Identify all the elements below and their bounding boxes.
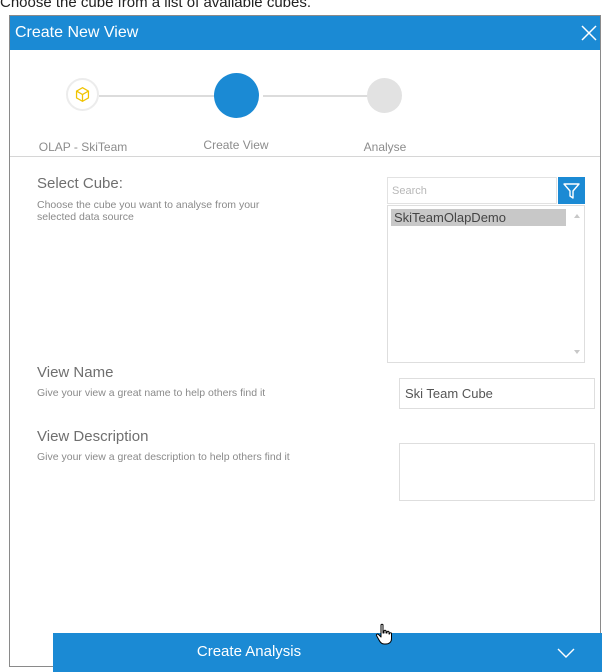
filter-button[interactable] bbox=[558, 177, 585, 204]
list-item[interactable]: SkiTeamOlapDemo bbox=[391, 209, 566, 226]
create-view-dialog: Create New View OLAP - SkiTeam Create Vi… bbox=[9, 15, 602, 672]
view-description-title: View Description bbox=[37, 428, 149, 445]
select-cube-title: Select Cube: bbox=[37, 175, 123, 192]
page-caption: Choose the cube from a list of available… bbox=[0, 0, 312, 11]
step-connector bbox=[99, 95, 220, 97]
view-name-title: View Name bbox=[37, 364, 114, 381]
view-name-input[interactable] bbox=[400, 379, 596, 408]
step-1-label: OLAP - SkiTeam bbox=[38, 140, 128, 154]
cube-search-input[interactable] bbox=[388, 178, 556, 203]
chevron-down-icon[interactable] bbox=[556, 643, 576, 663]
cube-search-box[interactable] bbox=[387, 177, 557, 204]
scroll-down-icon[interactable] bbox=[574, 350, 580, 354]
dialog-titlebar: Create New View bbox=[10, 16, 600, 50]
hand-cursor-icon bbox=[375, 623, 392, 645]
view-description-field[interactable] bbox=[399, 443, 596, 502]
step-2-label: Create View bbox=[203, 138, 269, 152]
cube-icon bbox=[75, 86, 90, 103]
view-description-description: Give your view a great description to he… bbox=[37, 451, 290, 463]
step-3-label: Analyse bbox=[363, 140, 407, 154]
view-name-field[interactable] bbox=[399, 378, 596, 409]
view-name-description: Give your view a great name to help othe… bbox=[37, 387, 266, 399]
cube-listbox[interactable]: SkiTeamOlapDemo bbox=[387, 205, 585, 363]
scroll-up-icon[interactable] bbox=[574, 214, 580, 218]
close-icon[interactable] bbox=[578, 22, 600, 44]
select-cube-description: Choose the cube you want to analyse from… bbox=[37, 199, 260, 223]
section-divider bbox=[10, 156, 600, 157]
create-analysis-button[interactable]: Create Analysis bbox=[53, 633, 602, 672]
step-1-circle[interactable] bbox=[66, 78, 99, 111]
step-3-circle[interactable] bbox=[367, 78, 402, 113]
view-description-input[interactable] bbox=[400, 444, 596, 502]
step-progress: OLAP - SkiTeam Create View Analyse bbox=[10, 50, 600, 156]
create-analysis-label: Create Analysis bbox=[196, 643, 302, 660]
step-2-circle[interactable] bbox=[214, 73, 259, 118]
filter-icon bbox=[563, 183, 580, 199]
dialog-title: Create New View bbox=[15, 24, 139, 41]
